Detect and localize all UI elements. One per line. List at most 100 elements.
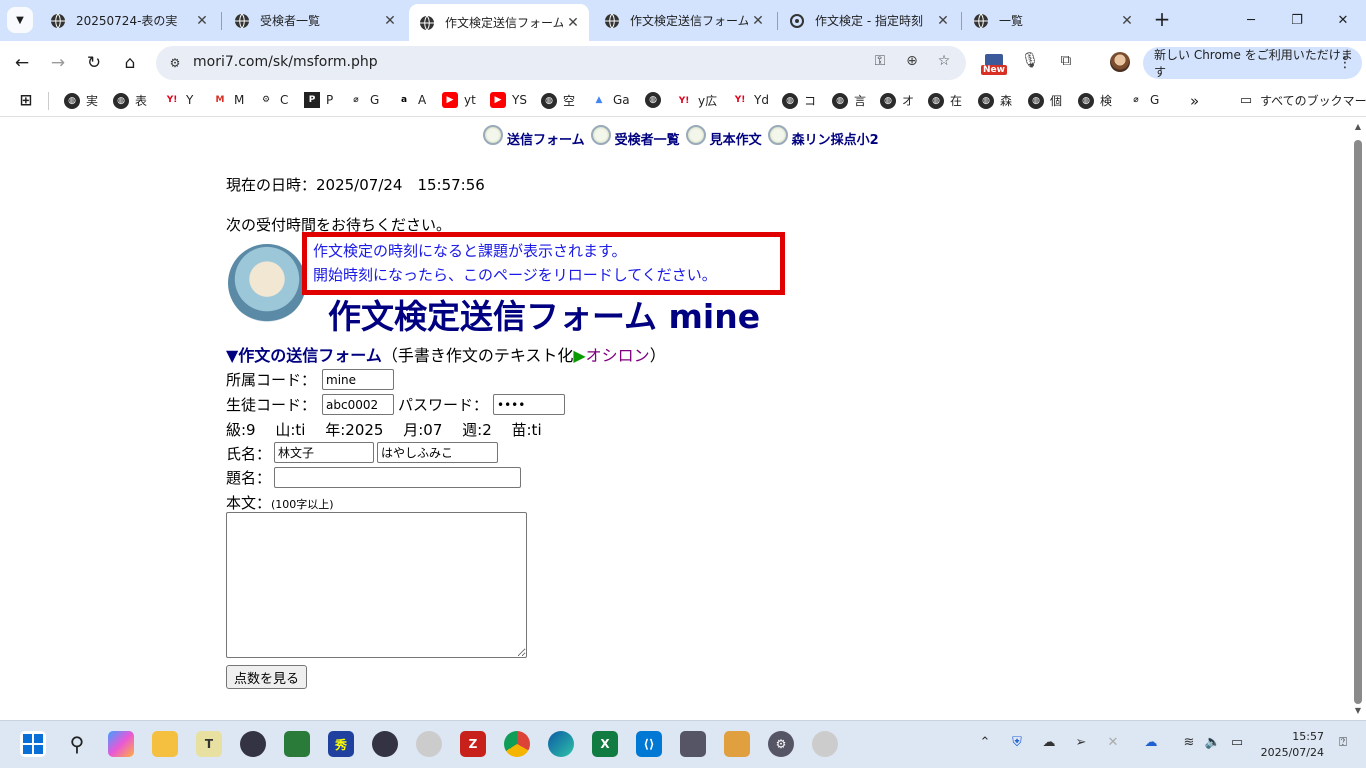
wifi-icon[interactable]: ≋ xyxy=(1180,735,1198,753)
file-explorer-icon[interactable] xyxy=(152,731,178,757)
bookmark-item[interactable]: ◍ 個 xyxy=(1028,92,1062,109)
bookmark-item[interactable]: MM xyxy=(212,92,245,108)
chrome-icon[interactable] xyxy=(504,731,530,757)
nav-link-examinee-list[interactable]: 受検者一覧 xyxy=(615,129,680,148)
extensions-puzzle-icon[interactable]: ⧉ xyxy=(1054,51,1078,75)
zoom-icon[interactable]: ⊕ xyxy=(902,53,922,73)
more-vert-icon[interactable]: ⋮ xyxy=(1338,55,1352,71)
nav-link-morin-scoring[interactable]: 森リン採点小2 xyxy=(792,129,879,148)
bookmark-item[interactable]: Y! Yd xyxy=(732,92,769,108)
restore-button[interactable]: ❐ xyxy=(1274,0,1320,40)
bookmark-item[interactable]: ⌀ G xyxy=(348,92,379,108)
app-icon-lock[interactable] xyxy=(680,731,706,757)
microphone-icon[interactable]: 🎙 xyxy=(1018,51,1042,75)
tab-4[interactable]: 作文検定送信フォーム ✕ xyxy=(594,5,774,36)
scrollbar-thumb[interactable] xyxy=(1354,140,1362,704)
tab-search-button[interactable]: ▼ xyxy=(7,7,33,33)
bookmark-item[interactable]: ◍ 在 xyxy=(928,92,962,109)
bookmark-item[interactable]: aA xyxy=(396,92,426,108)
bookmark-item[interactable]: ◍ 検 xyxy=(1078,92,1112,109)
minimize-button[interactable]: ─ xyxy=(1228,0,1274,40)
more-bookmarks-icon[interactable]: » xyxy=(1190,92,1199,110)
tab-1[interactable]: 20250724-表の実 ✕ xyxy=(40,5,218,36)
close-window-button[interactable]: ✕ xyxy=(1320,0,1366,40)
bookmark-item[interactable]: ▶ YS xyxy=(490,92,527,108)
cloud-off-icon[interactable]: ☁ xyxy=(1040,735,1058,753)
chevron-up-icon[interactable]: ⌃ xyxy=(976,735,994,753)
site-info-icon[interactable]: ⚙ xyxy=(166,54,184,72)
taskbar-clock[interactable]: 15:57 2025/07/24 xyxy=(1258,729,1324,761)
bookmark-item[interactable]: Y! Y xyxy=(164,92,194,108)
webcam-app-icon[interactable] xyxy=(416,731,442,757)
bookmark-item[interactable]: ◍ 森 xyxy=(978,92,1012,109)
password-input[interactable] xyxy=(493,394,565,415)
back-button[interactable]: ← xyxy=(8,49,36,77)
app-icon-green[interactable] xyxy=(284,731,310,757)
name-kana-input[interactable] xyxy=(377,442,498,463)
close-icon[interactable]: ✕ xyxy=(933,13,953,29)
camera-app-icon[interactable] xyxy=(240,731,266,757)
forward-button[interactable]: → xyxy=(44,49,72,77)
url-text[interactable]: mori7.com/sk/msform.php xyxy=(193,54,378,70)
student-code-input[interactable] xyxy=(322,394,394,415)
app-icon-pen[interactable] xyxy=(724,731,750,757)
cloud-icon[interactable]: ☁ xyxy=(1142,735,1160,753)
close-icon[interactable]: ✕ xyxy=(192,13,212,29)
address-bar[interactable]: ⚙ mori7.com/sk/msform.php ⚿ ⊕ ☆ xyxy=(156,46,966,80)
edge-icon[interactable] xyxy=(548,731,574,757)
send-icon[interactable]: ➢ xyxy=(1072,735,1090,753)
copilot-icon[interactable] xyxy=(108,731,134,757)
filezilla-icon[interactable]: Z xyxy=(460,731,486,757)
bookmark-item[interactable]: ⌀ G xyxy=(1128,92,1159,108)
bookmark-item[interactable]: ◍ xyxy=(645,92,667,108)
tab-6[interactable]: 一覧 ✕ xyxy=(963,5,1143,36)
battery-icon[interactable]: ▭ xyxy=(1228,735,1246,753)
settings-gear-icon[interactable]: ⚙ xyxy=(768,731,794,757)
new-tab-button[interactable]: + xyxy=(1150,8,1174,32)
vscode-icon[interactable]: ⟨⟩ xyxy=(636,731,662,757)
star-icon[interactable]: ☆ xyxy=(934,53,954,73)
webcam-app-icon-2[interactable] xyxy=(812,731,838,757)
tab-3-active[interactable]: 作文検定送信フォーム ✕ xyxy=(409,4,589,41)
nav-link-send-form[interactable]: 送信フォーム xyxy=(507,129,585,148)
reload-button[interactable]: ↻ xyxy=(80,49,108,77)
close-icon[interactable]: ✕ xyxy=(380,13,400,29)
nav-link-sample-essay[interactable]: 見本作文 xyxy=(710,129,762,148)
avatar[interactable] xyxy=(1110,52,1130,72)
bookmark-item[interactable]: ◍ 実 xyxy=(64,92,98,109)
bookmark-item[interactable]: PP xyxy=(304,92,333,108)
bookmark-item[interactable]: Y! y広 xyxy=(676,92,717,109)
apps-grid-icon[interactable]: ⊞ xyxy=(18,91,40,109)
bookmark-item[interactable]: ⚙ C xyxy=(258,92,288,108)
scroll-down-icon[interactable]: ▼ xyxy=(1353,706,1363,715)
notification-icon[interactable]: ⍰ xyxy=(1334,735,1352,753)
view-score-button[interactable]: 点数を見る xyxy=(226,665,308,689)
bookmark-item[interactable]: ◍ 言 xyxy=(832,92,866,109)
subject-input[interactable] xyxy=(274,467,521,488)
home-button[interactable]: ⌂ xyxy=(116,49,144,77)
page-scrollbar[interactable]: ▲ ▼ xyxy=(1350,118,1366,720)
bookmark-item[interactable]: ◍ 空 xyxy=(541,92,575,109)
tab-2[interactable]: 受検者一覧 ✕ xyxy=(224,5,406,36)
key-icon[interactable]: ⚿ xyxy=(870,53,890,73)
bookmark-item[interactable]: ▲ Ga xyxy=(591,92,630,108)
all-bookmarks-folder[interactable]: ▭ すべてのブックマーク xyxy=(1238,92,1366,109)
notepad-app-icon[interactable]: T xyxy=(196,731,222,757)
search-icon[interactable]: ⚲ xyxy=(64,731,90,757)
affiliation-code-input[interactable] xyxy=(322,369,394,390)
windows-start-icon[interactable] xyxy=(20,731,46,757)
bookmark-item[interactable]: ◍ オ xyxy=(880,92,914,109)
close-icon[interactable]: ✕ xyxy=(748,13,768,29)
bookmark-item[interactable]: ▶ yt xyxy=(442,92,476,108)
close-icon[interactable]: ✕ xyxy=(1104,735,1122,753)
extension-new-badge[interactable]: New xyxy=(981,54,1007,76)
oshiron-link[interactable]: オシロン xyxy=(586,346,650,365)
body-textarea[interactable] xyxy=(226,512,527,658)
scroll-up-icon[interactable]: ▲ xyxy=(1353,122,1363,131)
speaker-icon[interactable]: 🔈 xyxy=(1204,735,1222,753)
close-icon[interactable]: ✕ xyxy=(1117,13,1137,29)
excel-icon[interactable]: X xyxy=(592,731,618,757)
update-chrome-button[interactable]: 新しい Chrome をご利用いただけます ⋮ xyxy=(1143,47,1362,79)
app-icon-blue[interactable]: 秀 xyxy=(328,731,354,757)
name-kanji-input[interactable] xyxy=(274,442,374,463)
